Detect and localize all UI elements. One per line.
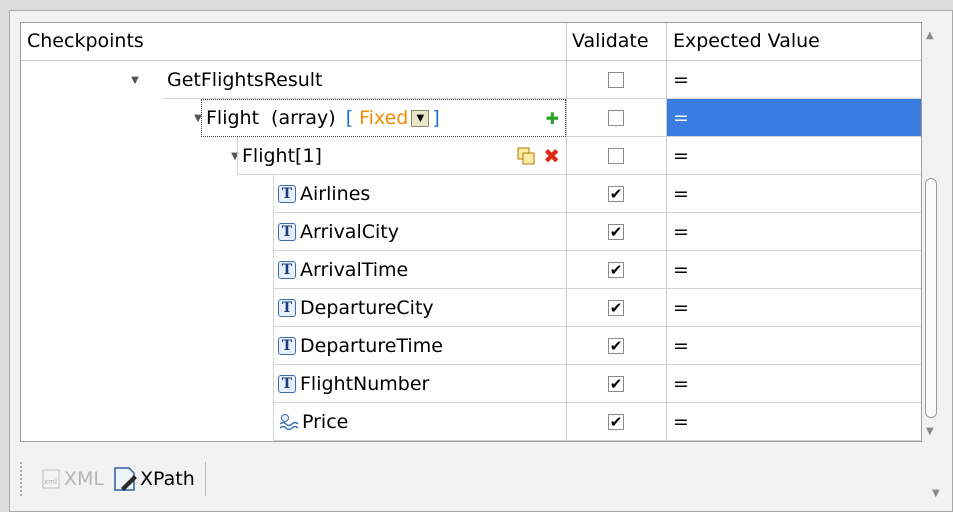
add-item-icon[interactable]: ✚ — [546, 109, 559, 128]
node-name: ArrivalTime — [300, 258, 409, 281]
validate-checkbox[interactable]: ✔ — [608, 299, 624, 316]
expected-value-cell[interactable]: = — [667, 365, 921, 403]
node-type-label: (array) — [271, 107, 336, 129]
column-header-checkpoints[interactable]: Checkpoints — [21, 23, 566, 60]
validate-checkbox[interactable] — [608, 71, 624, 88]
expected-value-cell[interactable]: = — [667, 327, 921, 365]
xml-tab-button[interactable]: xml XML — [36, 462, 108, 496]
column-header-validate[interactable]: Validate — [566, 23, 666, 60]
validate-cell: ✔ — [566, 365, 666, 403]
expected-value-cell[interactable]: = — [667, 175, 921, 213]
vertical-scrollbar[interactable]: ▲ ▼ — [922, 22, 942, 442]
validate-checkbox[interactable]: ✔ — [608, 261, 624, 278]
tree-row[interactable]: T Airlines ✔ = — [21, 175, 921, 213]
expected-value-cell[interactable]: = — [667, 61, 921, 99]
duplicate-item-icon[interactable] — [516, 146, 536, 166]
checkpoint-cell[interactable]: Flight[1] ✖ — [237, 137, 566, 175]
validate-checkbox[interactable] — [608, 147, 624, 164]
tree-row[interactable]: Price ✔ = — [21, 403, 921, 441]
node-name: DepartureCity — [300, 296, 434, 319]
toolbar-separator — [204, 462, 206, 496]
text-type-icon: T — [278, 222, 296, 241]
column-header-expected-value[interactable]: Expected Value — [667, 23, 921, 60]
text-type-icon: T — [278, 336, 296, 355]
node-name: Price — [302, 410, 349, 433]
scroll-down-icon[interactable]: ▼ — [926, 426, 934, 437]
toolbar-grip[interactable] — [20, 462, 26, 496]
text-type-icon: T — [278, 298, 296, 317]
validate-cell: ✔ — [566, 251, 666, 289]
validate-cell: ✔ — [566, 175, 666, 213]
checkpoint-cell[interactable]: T ArrivalCity — [273, 213, 566, 251]
checkpoint-cell[interactable]: GetFlightsResult — [163, 61, 566, 99]
checkpoint-cell[interactable]: T DepartureTime — [273, 327, 566, 365]
validate-checkbox[interactable]: ✔ — [608, 223, 624, 240]
checkpoint-cell[interactable]: Flight (array) [Fixed ▼] ✚ — [201, 99, 566, 137]
checkpoint-cell[interactable]: T ArrivalTime — [273, 251, 566, 289]
svg-text:xml: xml — [44, 478, 57, 486]
xpath-tab-label: XPath — [140, 468, 195, 490]
node-name: Flight[1] — [242, 144, 322, 167]
array-mode-open-bracket: [ — [345, 107, 354, 129]
validate-checkbox[interactable]: ✔ — [608, 413, 624, 430]
validate-cell: ✔ — [566, 213, 666, 251]
node-name: ArrivalCity — [300, 220, 399, 243]
xpath-tab-button[interactable]: XPath — [108, 462, 199, 496]
array-mode-close-bracket: ] — [432, 107, 440, 129]
checkpoint-cell[interactable]: T DepartureCity — [273, 289, 566, 327]
validate-checkbox[interactable]: ✔ — [608, 375, 624, 392]
array-mode-value: Fixed — [359, 107, 409, 129]
expected-value-cell[interactable]: = — [667, 99, 921, 137]
validate-checkbox[interactable]: ✔ — [608, 337, 624, 354]
node-name: FlightNumber — [300, 372, 430, 395]
node-name: Flight — [206, 107, 260, 129]
validate-checkbox[interactable]: ✔ — [608, 185, 624, 202]
expected-value-cell[interactable]: = — [667, 251, 921, 289]
validate-cell — [566, 99, 666, 137]
tree-row[interactable]: T DepartureTime ✔ = — [21, 327, 921, 365]
checkpoint-cell[interactable]: T FlightNumber — [273, 365, 566, 403]
node-name: GetFlightsResult — [167, 68, 323, 91]
delete-item-icon[interactable]: ✖ — [543, 144, 560, 168]
expected-value-cell[interactable]: = — [667, 213, 921, 251]
tree-row[interactable]: T ArrivalCity ✔ = — [21, 213, 921, 251]
xpath-file-icon — [114, 467, 137, 491]
grid-header: Checkpoints Validate Expected Value — [21, 23, 921, 61]
expected-value-cell[interactable]: = — [667, 289, 921, 327]
xml-file-icon: xml — [42, 469, 60, 489]
tree-row[interactable]: T FlightNumber ✔ = — [21, 365, 921, 403]
expected-value-cell[interactable]: = — [667, 137, 921, 175]
numeric-type-icon — [279, 413, 299, 430]
array-mode-dropdown-icon[interactable]: ▼ — [411, 109, 430, 127]
validate-cell: ✔ — [566, 289, 666, 327]
tree-row[interactable]: GetFlightsResult = — [21, 61, 921, 99]
tree-row[interactable]: Flight (array) [Fixed ▼] ✚ = — [21, 99, 921, 137]
text-type-icon: T — [278, 184, 296, 203]
text-type-icon: T — [278, 374, 296, 393]
checkpoint-cell[interactable]: T Airlines — [273, 175, 566, 213]
scroll-up-icon[interactable]: ▲ — [926, 30, 934, 41]
toolbar-overflow-icon[interactable]: ▼ — [932, 488, 940, 499]
scrollbar-thumb[interactable] — [925, 178, 937, 418]
expected-value-cell[interactable]: = — [667, 403, 921, 441]
checkpoint-cell[interactable]: Price — [273, 403, 566, 441]
tree-row[interactable]: Flight[1] ✖ = — [21, 137, 921, 175]
node-name: Airlines — [300, 182, 371, 205]
node-name: DepartureTime — [300, 334, 443, 357]
text-type-icon: T — [278, 260, 296, 279]
xml-tab-label: XML — [64, 468, 104, 490]
bottom-toolbar: xml XML XPath — [20, 456, 920, 502]
validate-cell — [566, 61, 666, 99]
validate-cell — [566, 137, 666, 175]
validate-cell: ✔ — [566, 403, 666, 441]
tree-row[interactable]: T DepartureCity ✔ = — [21, 289, 921, 327]
validate-cell: ✔ — [566, 327, 666, 365]
validate-checkbox[interactable] — [608, 109, 624, 126]
tree-row[interactable]: T ArrivalTime ✔ = — [21, 251, 921, 289]
checkpoints-grid: Checkpoints Validate Expected Value ▼ Get… — [20, 22, 922, 442]
